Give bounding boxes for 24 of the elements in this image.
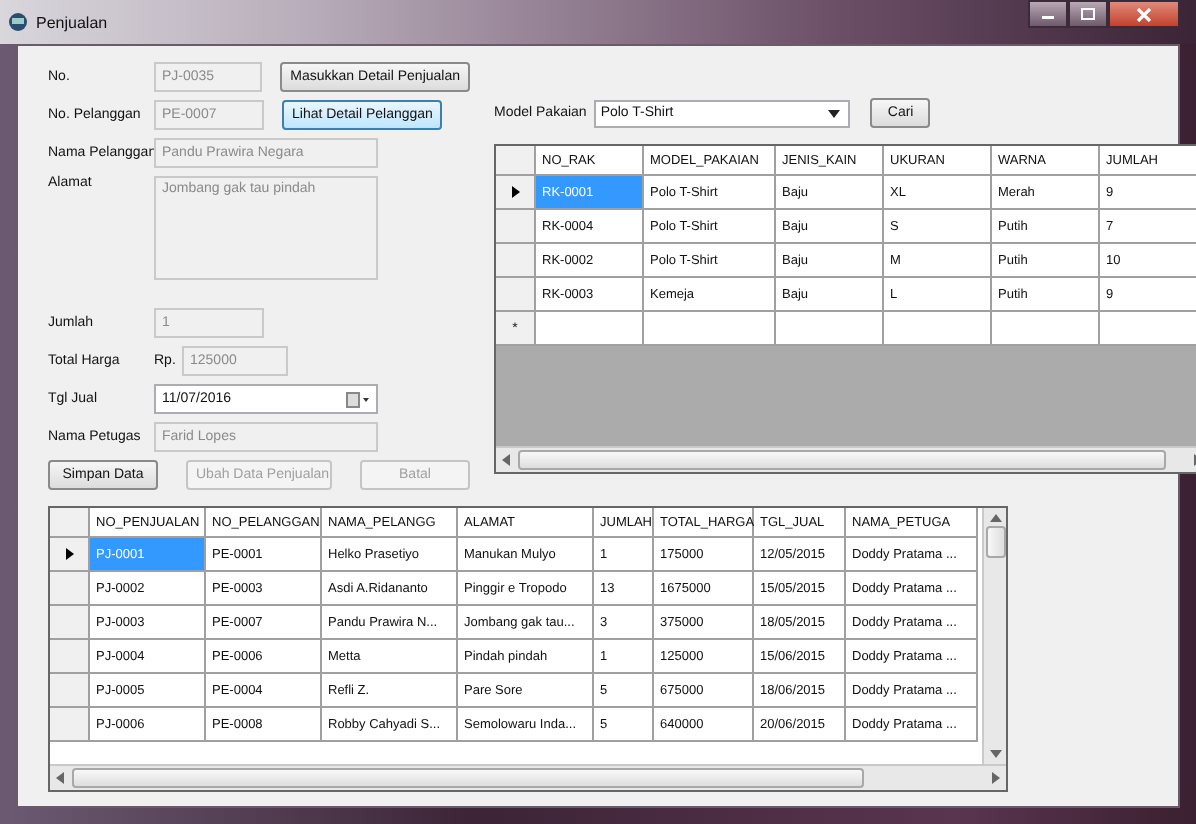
horizontal-scrollbar[interactable]: [496, 446, 1196, 472]
minimize-button[interactable]: [1028, 0, 1068, 28]
corner-header: [50, 508, 90, 538]
scroll-right-icon[interactable]: [992, 772, 1000, 784]
app-icon: [8, 12, 28, 32]
close-button[interactable]: [1108, 0, 1180, 28]
vertical-scrollbar[interactable]: [982, 508, 1006, 764]
horizontal-scrollbar[interactable]: [50, 764, 1006, 790]
scrollbar-thumb[interactable]: [518, 450, 1166, 470]
row-header[interactable]: [50, 538, 90, 572]
scrollbar-thumb[interactable]: [72, 768, 864, 788]
scrollbar-thumb[interactable]: [985, 526, 1005, 558]
row-header[interactable]: [496, 176, 536, 210]
scroll-left-icon[interactable]: [56, 772, 64, 784]
dropdown-arrow-icon: [828, 109, 841, 117]
close-icon: [1136, 7, 1152, 21]
calendar-dropdown-icon: [346, 391, 370, 407]
maximize-icon: [1080, 8, 1096, 20]
window-title: Penjualan: [36, 13, 108, 31]
scroll-left-icon[interactable]: [502, 454, 510, 466]
corner-header: [496, 146, 536, 176]
maximize-button[interactable]: [1068, 0, 1108, 28]
scroll-up-icon[interactable]: [989, 514, 1001, 522]
scroll-down-icon[interactable]: [989, 750, 1001, 758]
